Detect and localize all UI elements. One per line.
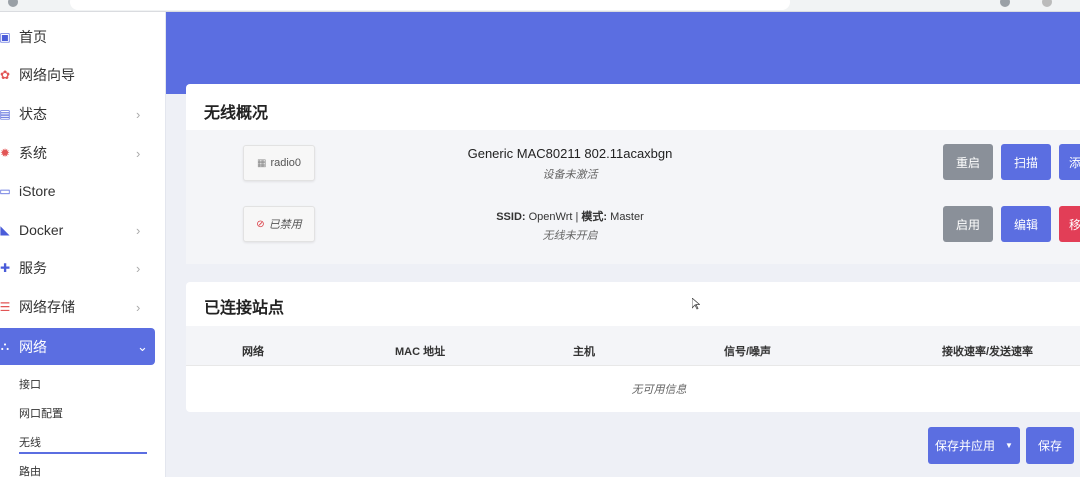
status-icon: ▤ [0,107,11,121]
column-header-rx-tx-rate: 接收速率/发送速率 [942,346,1034,358]
radio-device-status: 设备未激活 [542,169,598,181]
browser-toolbar [0,0,1080,12]
docker-icon: ◣ [0,223,10,237]
restart-button[interactable]: 重启 [943,144,993,180]
sidebar-item-home[interactable]: ▣ 首页 [0,18,166,56]
refresh-icon[interactable] [8,0,18,7]
store-icon: ▭ [0,184,11,198]
sidebar: ▣ 首页 ✿ 网络向导 ▤ 状态 › ✹ 系统 › ▭ iStore ◣ Doc… [0,12,166,477]
active-subitem-underline [19,452,147,454]
stations-title: 已连接站点 [204,300,285,317]
save-and-apply-label: 保存并应用 [935,439,996,453]
radio-device-name: Generic MAC80211 802.11acaxbgn [467,146,673,161]
header-band [166,12,1080,94]
sidebar-item-label: 系统 [19,145,47,161]
sidebar-subitem-port-config[interactable]: 网口配置 [19,405,63,421]
network-disabled-badge: ⊘ 已禁用 [243,206,315,242]
scan-button[interactable]: 扫描 [1001,144,1051,180]
network-status: 无线未开启 [542,230,598,242]
column-header-host: 主机 [573,346,595,358]
chevron-down-icon: ⌄ [137,338,148,354]
empty-table-message: 无可用信息 [631,384,687,396]
sidebar-subitem-routes[interactable]: 路由 [19,463,41,477]
radio-badge: ▦ radio0 [243,145,315,181]
sidebar-item-label: 状态 [19,106,47,122]
sidebar-item-services[interactable]: ✚ 服务 › [0,249,166,287]
mouse-cursor-icon [692,298,700,310]
sidebar-item-label: 首页 [19,29,47,45]
dropdown-caret-icon[interactable]: ▼ [1005,441,1013,450]
chevron-right-icon: › [136,260,141,276]
extension-icon[interactable] [1000,0,1010,7]
mode-value: Master [610,211,644,223]
edit-button[interactable]: 编辑 [1001,206,1051,242]
sidebar-item-label: Docker [19,222,64,238]
column-header-network: 网络 [242,346,264,358]
sidebar-item-network[interactable]: ⛬ 网络 ⌄ [0,328,155,365]
sidebar-item-status[interactable]: ▤ 状态 › [0,95,166,133]
sidebar-subitem-wireless[interactable]: 无线 [19,434,41,450]
sidebar-item-label: iStore [19,183,56,199]
mode-label: 模式: [581,211,608,223]
wireless-overview-card: 无线概况 ▦ radio0 Generic MAC80211 802.11aca… [186,84,1080,264]
disabled-icon: ⊘ [256,218,265,230]
sidebar-item-label: 网络存储 [19,299,75,315]
sidebar-item-wizard[interactable]: ✿ 网络向导 [0,56,166,94]
network-badge-label: 已禁用 [268,219,302,231]
sidebar-item-label: 网络向导 [19,67,75,83]
network-icon: ⛬ [0,339,10,353]
storage-icon: ☰ [0,300,11,314]
chevron-right-icon: › [136,106,141,122]
home-icon: ▣ [0,30,11,44]
wizard-icon: ✿ [0,68,11,82]
sidebar-item-docker[interactable]: ◣ Docker › [0,211,166,249]
sidebar-subitem-interfaces[interactable]: 接口 [19,376,41,392]
save-button[interactable]: 保存 [1026,427,1074,464]
connected-stations-card: 已连接站点 网络 MAC 地址 主机 信号/噪声 接收速率/发送速率 无可用信息 [186,282,1080,412]
table-divider [186,365,1080,366]
chevron-right-icon: › [136,145,141,161]
radio-badge-label: radio0 [270,157,302,169]
ssid-value: OpenWrt [528,211,573,223]
wireless-overview-title: 无线概况 [204,105,269,122]
add-button[interactable]: 添 [1059,144,1080,180]
address-bar[interactable] [70,0,790,10]
sidebar-item-storage[interactable]: ☰ 网络存储 › [0,288,166,326]
profile-avatar[interactable] [1042,0,1052,7]
column-header-signal-noise: 信号/噪声 [724,346,772,358]
enable-button[interactable]: 启用 [943,206,993,242]
column-header-mac: MAC 地址 [395,346,446,358]
system-gear-icon: ✹ [0,146,11,160]
sidebar-item-label: 网络 [19,338,47,355]
separator: | [575,211,579,223]
wifi-radio-icon: ▦ [256,157,267,169]
chevron-right-icon: › [136,222,141,238]
ssid-label: SSID: [496,211,526,223]
save-and-apply-button[interactable]: 保存并应用 ▼ [928,427,1020,464]
sidebar-item-istore[interactable]: ▭ iStore [0,172,166,210]
chevron-right-icon: › [136,299,141,315]
ssid-mode-line: SSID: OpenWrt | 模式: Master [370,208,770,224]
sidebar-item-system[interactable]: ✹ 系统 › [0,134,166,172]
sidebar-item-label: 服务 [19,260,47,276]
remove-button[interactable]: 移 [1059,206,1080,242]
services-icon: ✚ [0,261,11,275]
